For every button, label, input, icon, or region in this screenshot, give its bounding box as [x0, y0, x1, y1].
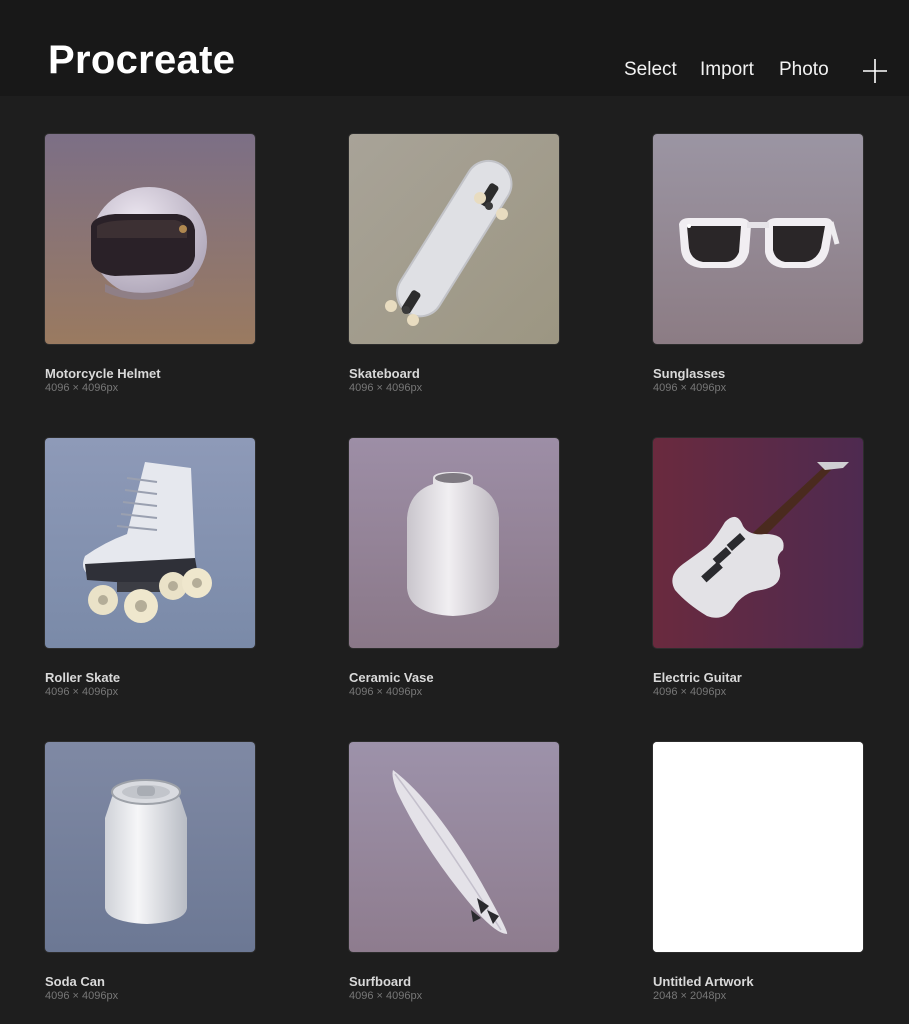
roller-skate-thumbnail [45, 438, 255, 648]
artwork-title: Untitled Artwork [653, 974, 754, 989]
artwork-dimensions: 4096 × 4096px [45, 686, 119, 698]
artwork-dimensions: 4096 × 4096px [349, 686, 423, 698]
artwork-dimensions: 4096 × 4096px [653, 686, 727, 698]
artwork-thumbnail[interactable] [653, 134, 863, 344]
ceramic-vase-thumbnail [349, 438, 559, 648]
plus-icon [863, 59, 887, 83]
artwork-dimensions: 4096 × 4096px [349, 382, 423, 394]
artwork-dimensions: 4096 × 4096px [45, 382, 119, 394]
artwork-thumbnail[interactable] [349, 438, 559, 648]
artwork-title: Surfboard [349, 974, 412, 989]
artwork-title: Skateboard [349, 366, 420, 381]
artwork-dimensions: 4096 × 4096px [349, 990, 423, 1002]
motorcycle-helmet-thumbnail [45, 134, 255, 344]
artwork-thumbnail[interactable] [653, 438, 863, 648]
artwork-title: Ceramic Vase [349, 670, 434, 685]
new-canvas-button[interactable] [862, 58, 888, 84]
artwork-title: Roller Skate [45, 670, 121, 685]
select-button[interactable]: Select [624, 60, 677, 79]
soda-can-thumbnail [45, 742, 255, 952]
top-bar: Procreate Select Import Photo [0, 0, 909, 96]
artwork-title: Electric Guitar [653, 670, 742, 685]
import-button[interactable]: Import [700, 60, 754, 79]
artwork-title: Soda Can [45, 974, 105, 989]
electric-guitar-thumbnail [653, 438, 863, 648]
artwork-title: Motorcycle Helmet [45, 366, 161, 381]
artwork-thumbnail[interactable] [45, 438, 255, 648]
blank-canvas-thumbnail [653, 742, 863, 952]
artwork-dimensions: 2048 × 2048px [653, 990, 727, 1002]
sunglasses-thumbnail [653, 134, 863, 344]
artwork-thumbnail[interactable] [349, 742, 559, 952]
photo-button[interactable]: Photo [779, 60, 829, 79]
artwork-thumbnail[interactable] [45, 742, 255, 952]
artwork-thumbnail[interactable] [653, 742, 863, 952]
artwork-dimensions: 4096 × 4096px [653, 382, 727, 394]
artwork-dimensions: 4096 × 4096px [45, 990, 119, 1002]
skateboard-thumbnail [349, 134, 559, 344]
surfboard-thumbnail [349, 742, 559, 952]
artwork-thumbnail[interactable] [45, 134, 255, 344]
artwork-thumbnail[interactable] [349, 134, 559, 344]
artwork-title: Sunglasses [653, 366, 726, 381]
app-title: Procreate [48, 38, 236, 82]
